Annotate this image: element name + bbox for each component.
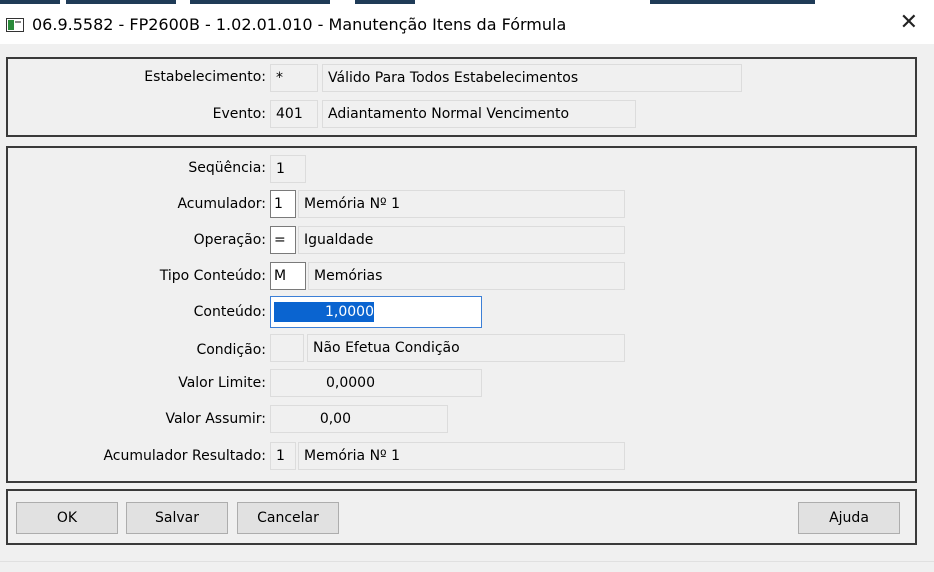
- estabelecimento-code-field[interactable]: *: [270, 64, 318, 92]
- cancelar-button[interactable]: Cancelar: [237, 502, 339, 534]
- acumulador-code-field[interactable]: 1: [270, 190, 296, 218]
- condicao-label: Condição:: [196, 342, 266, 358]
- tipo-conteudo-description: Memórias: [308, 262, 625, 290]
- operacao-label: Operação:: [193, 232, 266, 248]
- valor-limite-field[interactable]: 0,0000: [270, 369, 482, 397]
- window-titlebar: 06.9.5582 - FP2600B - 1.02.01.010 - Manu…: [0, 6, 934, 44]
- acumulador-label: Acumulador:: [177, 196, 266, 212]
- operacao-code-field[interactable]: =: [270, 226, 296, 254]
- tipo-conteudo-label: Tipo Conteúdo:: [159, 268, 266, 284]
- estabelecimento-label: Estabelecimento:: [144, 69, 266, 85]
- valor-limite-label: Valor Limite:: [178, 375, 266, 391]
- acumulador-resultado-code-field[interactable]: 1: [270, 442, 296, 470]
- condicao-description: Não Efetua Condição: [307, 334, 625, 362]
- acumulador-description: Memória Nº 1: [298, 190, 625, 218]
- conteudo-selected-value[interactable]: 1,0000: [274, 302, 374, 322]
- valor-assumir-label: Valor Assumir:: [165, 411, 266, 427]
- close-icon[interactable]: ✕: [900, 12, 918, 34]
- sequencia-field: 1: [270, 155, 306, 183]
- evento-code-field[interactable]: 401: [270, 100, 318, 128]
- bottom-edge: [0, 561, 934, 572]
- app-window-icon: [6, 18, 24, 32]
- ajuda-button[interactable]: Ajuda: [798, 502, 900, 534]
- estabelecimento-description: Válido Para Todos Estabelecimentos: [322, 64, 742, 92]
- conteudo-field[interactable]: 1,0000: [270, 296, 482, 328]
- tipo-conteudo-code-field[interactable]: M: [270, 262, 306, 290]
- window-title: 06.9.5582 - FP2600B - 1.02.01.010 - Manu…: [32, 15, 567, 34]
- evento-label: Evento:: [212, 106, 266, 122]
- valor-assumir-field[interactable]: 0,00: [270, 405, 448, 433]
- acumulador-resultado-label: Acumulador Resultado:: [103, 448, 266, 464]
- salvar-button[interactable]: Salvar: [126, 502, 228, 534]
- ok-button[interactable]: OK: [16, 502, 118, 534]
- evento-description: Adiantamento Normal Vencimento: [322, 100, 636, 128]
- acumulador-resultado-description: Memória Nº 1: [298, 442, 625, 470]
- operacao-description: Igualdade: [298, 226, 625, 254]
- condicao-code-field[interactable]: [270, 334, 304, 362]
- conteudo-label: Conteúdo:: [193, 304, 266, 320]
- sequencia-label: Seqüência:: [188, 160, 266, 176]
